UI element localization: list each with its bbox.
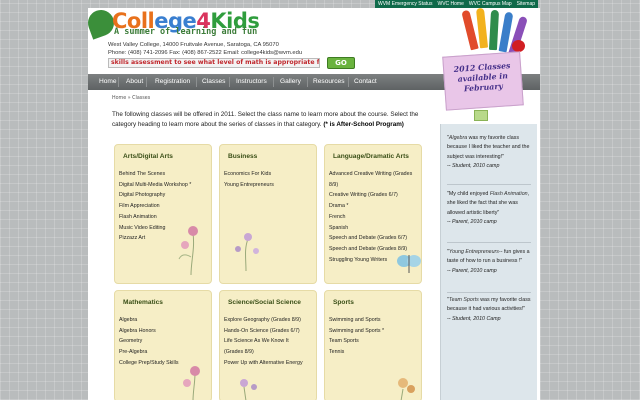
address-line: West Valley College, 14000 Fruitvale Ave… xyxy=(108,42,279,48)
class-link[interactable]: Digital Photography xyxy=(119,190,211,201)
class-link[interactable]: Hands-On Science (Grades 6/7) xyxy=(224,326,316,337)
class-name: Algebra xyxy=(448,135,468,141)
class-list: Economics For Kids Young Entrepreneurs xyxy=(224,169,316,190)
testimonial-divider xyxy=(447,184,531,185)
phone-email-line: Phone: (408) 741-2096 Fax: (408) 867-252… xyxy=(108,50,303,56)
category-title-arts[interactable]: Arts/Digital Arts xyxy=(123,153,211,160)
class-link[interactable]: Life Science As We Know It (Grades 8/9) xyxy=(224,336,298,357)
class-link[interactable]: Team Sports xyxy=(329,336,421,347)
testimonial-divider xyxy=(447,242,531,243)
class-name: Young Entrepreneurs xyxy=(448,249,499,255)
nav-registration[interactable]: Registration xyxy=(155,74,190,90)
nav-divider xyxy=(118,77,119,87)
class-link[interactable]: French xyxy=(329,212,421,223)
testimonial-author: -- Parent, 2010 camp xyxy=(447,219,497,226)
utility-links-bar: WVM Emergency Status WVC Home WVC Campus… xyxy=(375,0,539,8)
category-title-science[interactable]: Science/Social Science xyxy=(228,299,316,306)
class-link[interactable]: Power Up with Alternative Energy xyxy=(224,358,308,369)
nav-instructors[interactable]: Instructors xyxy=(236,74,267,90)
crayons-illustration xyxy=(458,7,540,57)
class-link[interactable]: Behind The Scenes xyxy=(119,169,211,180)
nav-divider xyxy=(348,77,349,87)
nav-about[interactable]: About xyxy=(126,74,143,90)
category-card-arts: Arts/Digital Arts Behind The Scenes Digi… xyxy=(114,144,212,284)
nav-divider xyxy=(307,77,308,87)
nav-contact[interactable]: Contact xyxy=(354,74,377,90)
testimonial-quote: "My child enjoyed Flash Animation, she l… xyxy=(447,190,531,228)
flower-icon xyxy=(183,366,200,400)
class-link[interactable]: Spanish xyxy=(329,223,421,234)
testimonial-divider xyxy=(447,292,531,293)
flower-icon xyxy=(178,226,198,276)
intro-paragraph: The following classes will be offered in… xyxy=(112,110,432,130)
testimonial-quote: "Team Sports was my favorite class becau… xyxy=(447,296,531,324)
flower-icon xyxy=(240,379,257,400)
nav-resources[interactable]: Resources xyxy=(313,74,345,90)
nav-divider xyxy=(229,77,230,87)
flower-icon xyxy=(235,233,259,272)
class-link[interactable]: Creative Writing (Grades 6/7) xyxy=(329,190,421,201)
class-link[interactable]: Advanced Creative Writing (Grades 8/9) xyxy=(329,169,421,190)
contact-address: West Valley College, 14000 Fruitvale Ave… xyxy=(108,41,302,57)
nav-gallery[interactable]: Gallery xyxy=(280,74,301,90)
apple-icon xyxy=(512,40,525,52)
testimonial-author: -- Student, 2010 Camp xyxy=(447,315,501,322)
class-link[interactable]: Pre-Algebra xyxy=(119,347,211,358)
testimonial-author: -- Student, 2010 camp xyxy=(447,163,500,170)
class-list: Algebra Algebra Honors Geometry Pre-Alge… xyxy=(119,315,211,369)
category-title-mathematics[interactable]: Mathematics xyxy=(123,299,211,306)
go-button[interactable]: GO xyxy=(327,57,355,69)
link-emergency-status[interactable]: WVM Emergency Status xyxy=(378,0,432,8)
after-school-note: (* is After-School Program) xyxy=(323,121,404,128)
category-card-business: Business Economics For Kids Young Entrep… xyxy=(219,144,317,284)
class-link[interactable]: Explore Geography (Grades 8/9) xyxy=(224,315,316,326)
crayon-icon xyxy=(475,7,489,49)
category-title-business[interactable]: Business xyxy=(228,153,316,160)
class-name: Flash Animation xyxy=(489,191,528,197)
testimonial-author: -- Parent, 2010 camp xyxy=(447,267,497,274)
assessment-select[interactable]: skills assessment to see what level of m… xyxy=(108,58,320,68)
nav-divider xyxy=(196,77,197,87)
nav-divider xyxy=(146,77,147,87)
class-link[interactable]: Speech and Debate (Grades 6/7) xyxy=(329,233,421,244)
category-card-language: Language/Dramatic Arts Advanced Creative… xyxy=(324,144,422,284)
flower-icon xyxy=(398,378,415,400)
category-title-sports[interactable]: Sports xyxy=(333,299,421,306)
class-list: Explore Geography (Grades 8/9) Hands-On … xyxy=(224,315,316,369)
tape-icon xyxy=(474,110,488,121)
category-card-mathematics: Mathematics Algebra Algebra Honors Geome… xyxy=(114,290,212,400)
class-name: Team Sports xyxy=(448,297,479,303)
class-link[interactable]: Digital Multi-Media Workshop * xyxy=(119,180,211,191)
nav-home[interactable]: Home xyxy=(99,74,117,90)
link-campus-map[interactable]: WVC Campus Map xyxy=(469,0,512,8)
class-link[interactable]: Algebra xyxy=(119,315,211,326)
class-link[interactable]: Tennis xyxy=(329,347,421,358)
class-link[interactable]: Drama * xyxy=(329,201,421,212)
testimonial-quote: "Young Entrepreneurs-- fun gives a taste… xyxy=(447,248,531,276)
class-link[interactable]: Algebra Honors xyxy=(119,326,211,337)
category-title-language[interactable]: Language/Dramatic Arts xyxy=(333,153,421,160)
link-sitemap[interactable]: Sitemap xyxy=(517,0,535,8)
nav-divider xyxy=(273,77,274,87)
class-link[interactable]: Film Appreciation xyxy=(119,201,211,212)
class-link[interactable]: Young Entrepreneurs xyxy=(224,180,316,191)
class-link[interactable]: Economics For Kids xyxy=(224,169,316,180)
sticky-note-2012[interactable]: 2012 Classes available in February xyxy=(442,51,524,111)
class-list: Swimming and Sports Swimming and Sports … xyxy=(329,315,421,358)
category-card-science: Science/Social Science Explore Geography… xyxy=(219,290,317,400)
crayon-icon xyxy=(488,9,500,51)
class-link[interactable]: Swimming and Sports * xyxy=(329,326,421,337)
tagline: A summer of learning and fun xyxy=(114,27,258,37)
butterfly-icon xyxy=(397,255,421,273)
class-link[interactable]: Swimming and Sports xyxy=(329,315,421,326)
testimonial-quote: "Algebra was my favorite class because I… xyxy=(447,134,531,172)
class-link[interactable]: Geometry xyxy=(119,336,211,347)
link-wvc-home[interactable]: WVC Home xyxy=(437,0,463,8)
nav-classes[interactable]: Classes xyxy=(202,74,225,90)
category-card-sports: Sports Swimming and Sports Swimming and … xyxy=(324,290,422,400)
breadcrumb: Home » Classes xyxy=(112,96,151,101)
